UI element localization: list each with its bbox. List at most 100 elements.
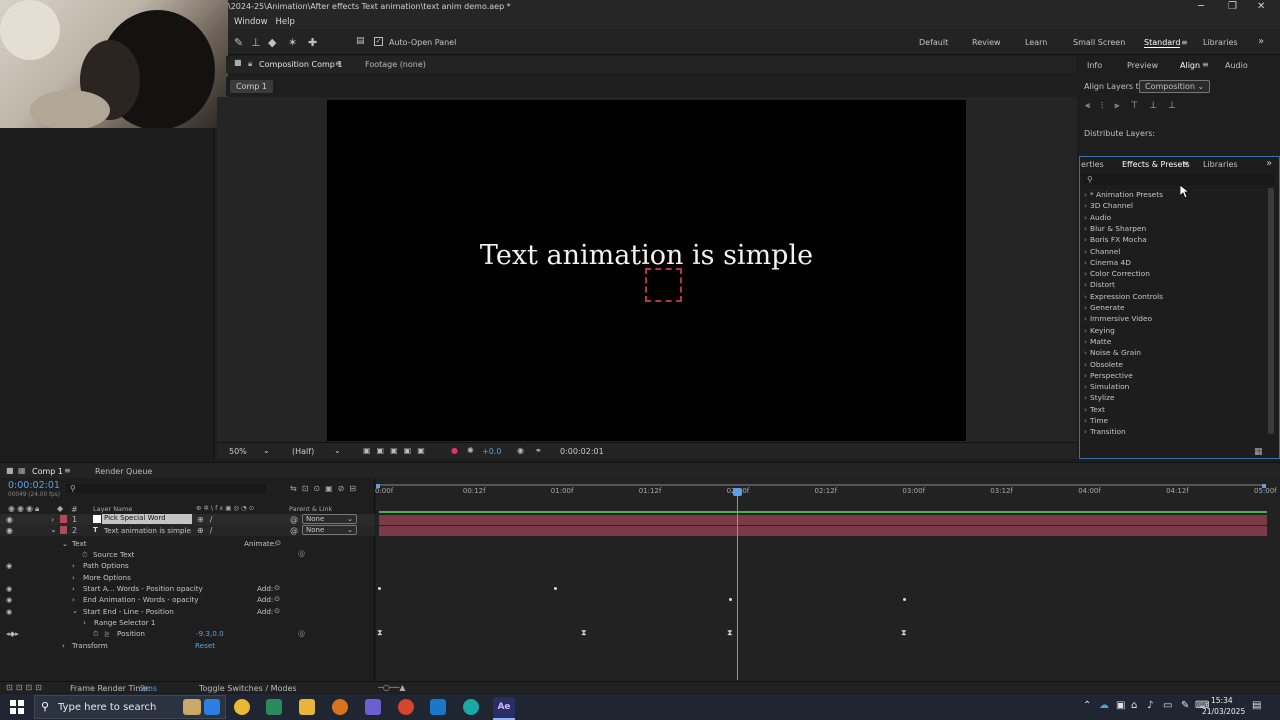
- prop-animator-3[interactable]: Start End - Line - Position: [83, 607, 174, 618]
- visibility-eye-icon[interactable]: ◉: [6, 526, 13, 535]
- col-parent[interactable]: Parent & Link: [289, 505, 332, 513]
- tab-composition[interactable]: Composition Comp 1: [259, 60, 343, 69]
- battery-icon[interactable]: ▭: [1163, 700, 1172, 711]
- effects-category-item[interactable]: › Keying: [1084, 326, 1115, 335]
- tab-render-queue[interactable]: Render Queue: [95, 467, 152, 476]
- effects-category-item[interactable]: › Matte: [1084, 337, 1111, 346]
- tab-libraries[interactable]: Libraries: [1203, 160, 1238, 169]
- tab-effects-presets[interactable]: Effects & Presets: [1122, 160, 1190, 169]
- chevron-right-icon[interactable]: ›: [72, 573, 75, 584]
- workspace-review[interactable]: Review: [972, 38, 1001, 47]
- chevron-right-icon[interactable]: ›: [83, 618, 86, 629]
- timeline-close-icon[interactable]: ■: [6, 466, 14, 475]
- outlook-icon[interactable]: [430, 699, 446, 715]
- selection-bounding-box[interactable]: [645, 268, 682, 302]
- chevron-right-icon[interactable]: ›: [72, 561, 75, 572]
- current-time-handle[interactable]: [733, 488, 742, 496]
- workspace-menu-icon[interactable]: ≡: [1181, 38, 1188, 47]
- effects-category-item[interactable]: › Noise & Grain: [1084, 348, 1141, 357]
- volume-icon[interactable]: ♪: [1147, 700, 1153, 711]
- after-effects-icon[interactable]: Ae: [493, 697, 515, 718]
- app-icon[interactable]: [266, 699, 282, 715]
- effects-category-item[interactable]: › Immersive Video: [1084, 314, 1152, 323]
- effects-category-item[interactable]: › Text: [1084, 405, 1105, 414]
- chevron-down-icon[interactable]: ⌄: [334, 446, 341, 455]
- label-color[interactable]: [60, 526, 67, 534]
- effects-category-item[interactable]: › Cinema 4D: [1084, 258, 1131, 267]
- brush-tool-icon[interactable]: ✎: [234, 36, 243, 49]
- col-layer-name[interactable]: Layer Name: [93, 505, 132, 513]
- graph-icon[interactable]: ⊵: [104, 629, 110, 640]
- chevron-down-icon[interactable]: ⌄: [263, 446, 270, 455]
- keyframe[interactable]: [729, 598, 732, 601]
- work-area-bar[interactable]: [376, 484, 1266, 486]
- viewer-toggles[interactable]: ▣▣▣▣▣: [363, 446, 431, 455]
- workspace-small-screen[interactable]: Small Screen: [1073, 38, 1125, 47]
- taskbar-search[interactable]: ⚲ Type here to search: [34, 695, 226, 719]
- av-features-icons[interactable]: ◉◉◉🔒︎: [8, 504, 41, 514]
- footer-toggle-icons[interactable]: ⊡⊡⊡⊡: [6, 683, 45, 692]
- visibility-eye-icon[interactable]: ◉: [6, 607, 12, 618]
- prop-source-text[interactable]: Source Text: [93, 550, 135, 561]
- timeline-timecode[interactable]: 0:00:02:01: [8, 480, 60, 491]
- clone-stamp-icon[interactable]: ⊥: [251, 36, 261, 49]
- effects-category-item[interactable]: › * Animation Presets: [1084, 190, 1163, 199]
- stopwatch-icon[interactable]: ⏱︎: [93, 629, 99, 640]
- prop-more-options[interactable]: More Options: [83, 573, 131, 584]
- add-button[interactable]: ⊙: [274, 583, 280, 594]
- layer-name[interactable]: Text animation is simple: [104, 526, 191, 537]
- restore-icon[interactable]: ❐: [1228, 1, 1237, 12]
- workspace-standard[interactable]: Standard: [1144, 38, 1181, 48]
- exposure-value[interactable]: +0.0: [482, 447, 501, 456]
- taskbar-date[interactable]: 21/03/2025: [1202, 707, 1245, 716]
- keyframe-nav-icon[interactable]: ◂◆▸: [6, 629, 19, 640]
- easy-ease-keyframe[interactable]: ⧗: [901, 628, 907, 638]
- tab-preview[interactable]: Preview: [1127, 61, 1158, 70]
- effects-category-item[interactable]: › Expression Controls: [1084, 292, 1163, 301]
- timeline-switches[interactable]: ⇆⊡⊙▣⊘⊟: [290, 484, 361, 493]
- prop-text[interactable]: Text: [72, 539, 87, 550]
- workspace-default[interactable]: Default: [919, 38, 948, 47]
- effects-menu-icon[interactable]: ≡: [1182, 159, 1189, 168]
- zoom-select[interactable]: 50%: [229, 447, 247, 456]
- color-channels-icon[interactable]: ●: [451, 446, 458, 455]
- pick-whip-icon[interactable]: @: [290, 526, 298, 535]
- prop-position[interactable]: Position: [117, 629, 145, 640]
- layer-2-bar[interactable]: [379, 526, 1267, 536]
- exposure-icon[interactable]: ✺: [467, 446, 474, 455]
- prop-path-options[interactable]: Path Options: [83, 561, 129, 572]
- easy-ease-keyframe[interactable]: ⧗: [727, 628, 733, 638]
- layer-row-1[interactable]: ◉ › 1 Pick Special Word ⊕/ @ None ⌄: [0, 514, 375, 525]
- effects-search-input[interactable]: ⚲: [1083, 174, 1275, 185]
- pick-whip-icon[interactable]: @: [298, 629, 305, 640]
- workspace-learn[interactable]: Learn: [1025, 38, 1047, 47]
- resolution-select[interactable]: (Half): [292, 447, 314, 456]
- windows-start-icon[interactable]: [10, 700, 24, 714]
- chevron-down-icon[interactable]: ⌄: [62, 539, 68, 550]
- effects-scrollbar[interactable]: [1268, 188, 1274, 434]
- effects-category-item[interactable]: › Distort: [1084, 280, 1115, 289]
- layer-switches[interactable]: ⊕/: [197, 515, 218, 524]
- add-button[interactable]: ⊙: [274, 594, 280, 605]
- effects-category-item[interactable]: › Channel: [1084, 247, 1120, 256]
- effects-category-item[interactable]: › Boris FX Mocha: [1084, 235, 1147, 244]
- chrome-profile-icon[interactable]: [398, 699, 414, 715]
- current-time-indicator[interactable]: [737, 488, 738, 680]
- roto-brush-icon[interactable]: ✶: [288, 36, 297, 49]
- prop-range-selector[interactable]: Range Selector 1: [94, 618, 155, 629]
- tab-info[interactable]: Info: [1087, 61, 1102, 70]
- animate-add-button[interactable]: ⊙: [275, 538, 281, 549]
- new-folder-icon[interactable]: ▦: [1254, 447, 1263, 457]
- easy-ease-keyframe[interactable]: ⧗: [581, 628, 587, 638]
- network-icon[interactable]: ⌂: [1131, 700, 1137, 711]
- timeline-graph[interactable]: [376, 478, 1280, 682]
- effects-category-item[interactable]: › Stylize: [1084, 393, 1115, 402]
- keyframe[interactable]: [378, 587, 381, 590]
- stopwatch-icon[interactable]: ⏱︎: [82, 550, 88, 561]
- lock-icon[interactable]: 🔒︎: [248, 59, 252, 69]
- easy-ease-keyframe[interactable]: ⧗: [377, 628, 383, 638]
- zoom-out-icon[interactable]: ─○──▲: [378, 683, 406, 692]
- chevron-down-icon[interactable]: ⌄: [50, 525, 57, 534]
- comp-text-layer[interactable]: Text animation is simple: [327, 240, 966, 271]
- menu-help[interactable]: Help: [276, 17, 295, 27]
